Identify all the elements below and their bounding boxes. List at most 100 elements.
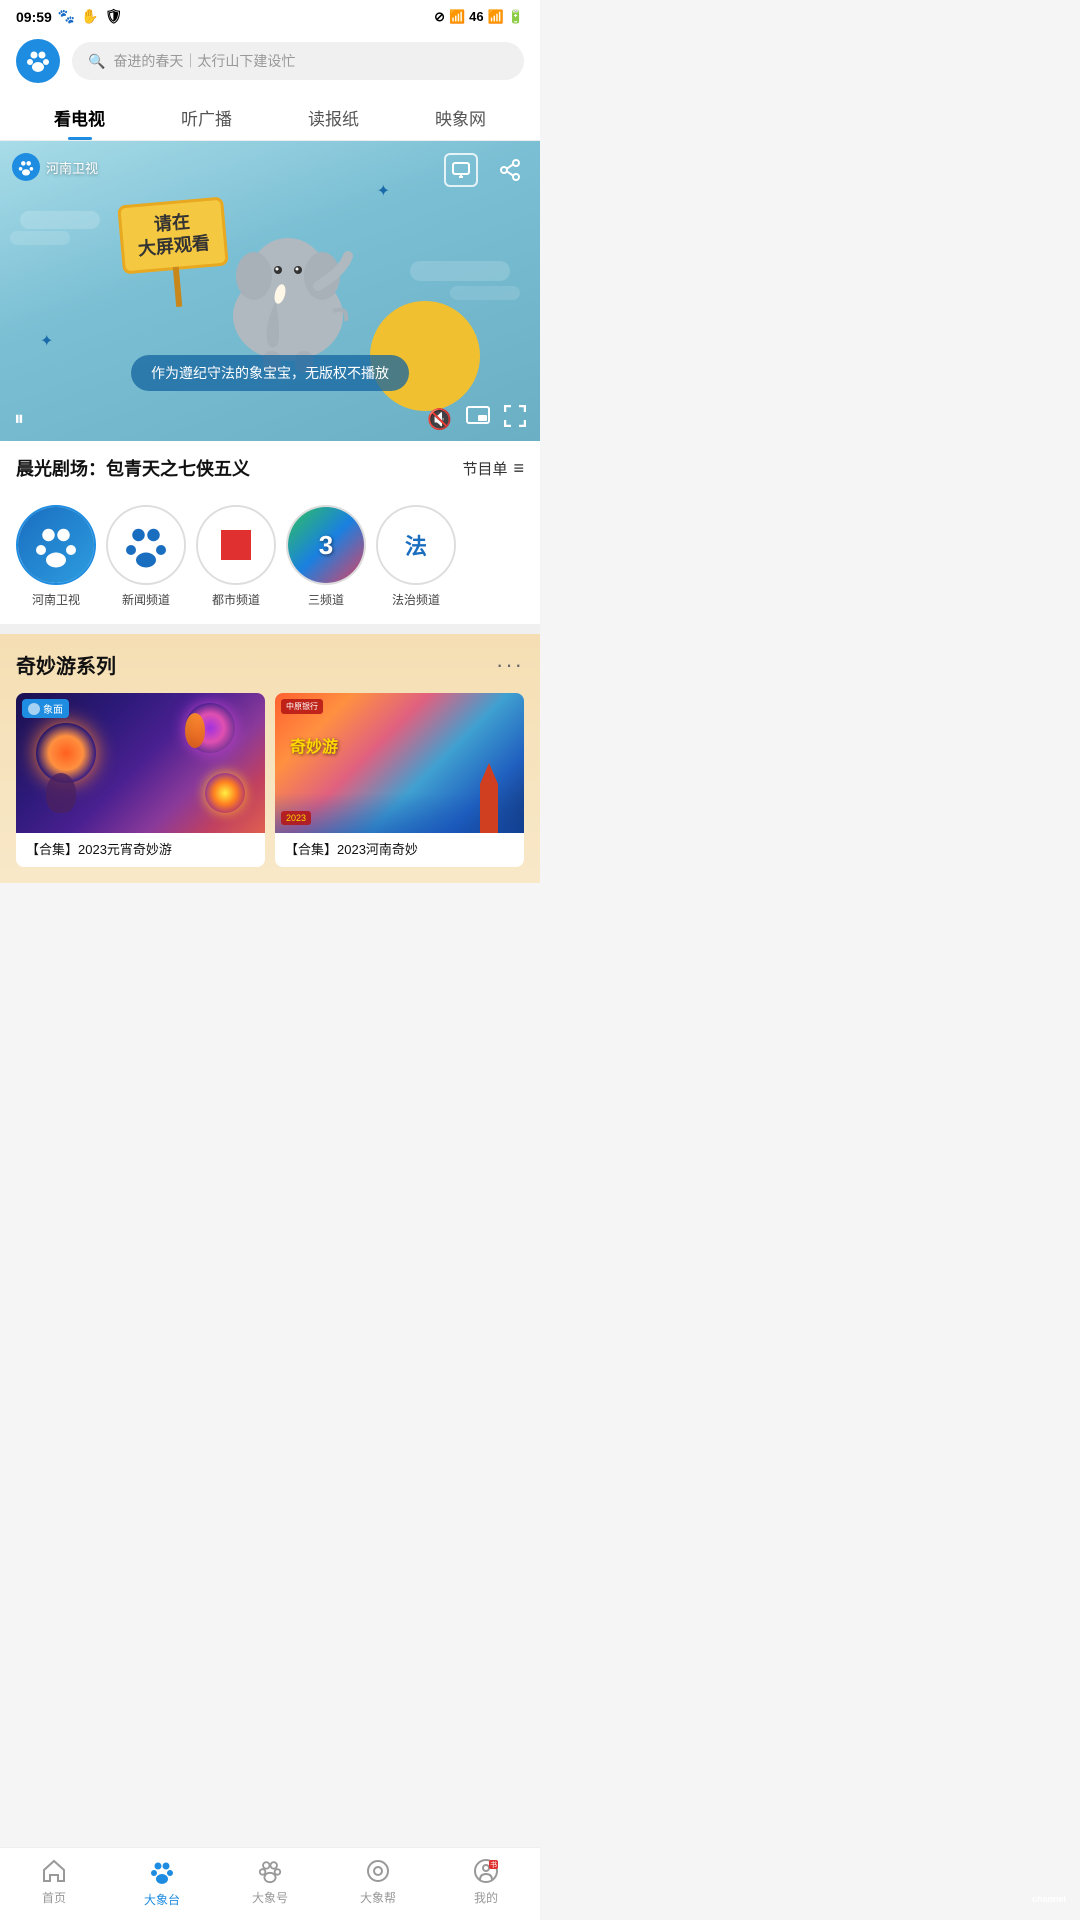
sign-board: 请在 大屏观看 [117,197,229,275]
daxiangbang-icon-wrap [365,1858,391,1889]
status-right: ⊘ 📶 46 📶 🔋 [434,9,524,25]
wifi-icon: 📶 [449,9,465,25]
elephant-scene: ✦ ✦ ✦ 请在 大屏观看 [0,141,540,441]
subtitle-text: 作为遵纪守法的象宝宝，无版权不播放 [151,365,389,381]
mine-icon: 书 [473,1858,499,1884]
channel-item-fazhi[interactable]: 法 法治频道 [376,505,456,608]
content-card-2[interactable]: 中原银行 2023 奇妙游 【合集】2023河南奇妙 [275,693,524,867]
content-section: 奇妙游系列 ··· 象面 【合集】2023元宵奇妙游 [0,634,540,883]
play-pause-button[interactable]: ⏸ [14,408,24,431]
mine-icon-wrap: 书 [473,1858,499,1889]
bottom-spacer [0,883,540,953]
status-bar: 09:59 🐾 ✋ 🛡 ⊘ 📶 46 📶 🔋 [0,0,540,29]
video-container[interactable]: 河南卫视 [0,141,540,441]
video-area: 河南卫视 [0,141,540,441]
hand-icon: ✋ [81,8,98,25]
channel-label-henan: 河南卫视 [32,591,80,608]
card-title-2: 【合集】2023河南奇妙 [285,841,514,859]
badge-new-1: 象面 [22,699,69,718]
channel-label-fazhi: 法治频道 [392,591,440,608]
nav-item-daxianghao[interactable]: 大象号 [216,1848,324,1920]
tab-newspaper[interactable]: 读报纸 [270,93,397,140]
fazhi-icon: 法 [405,529,427,561]
channel-item-dushi[interactable]: 都市频道 [196,505,276,608]
channel-circle-3ch: 3 channel [286,505,366,585]
signal-badge: 46 [469,9,483,24]
channel-item-news[interactable]: 新闻频道 [106,505,186,608]
channel-circle-news [106,505,186,585]
tab-tv[interactable]: 看电视 [16,93,143,140]
nav-item-home[interactable]: 首页 [0,1848,108,1920]
sparkle-3: ✦ [40,331,53,351]
section-header: 奇妙游系列 ··· [16,650,524,679]
channel-label-3ch: 三频道 [308,591,344,608]
channel-item-3ch[interactable]: 3 channel 三频道 [286,505,366,608]
pip-button[interactable] [466,406,490,432]
firework-3 [205,773,245,813]
timer-icon: ⊘ [434,9,445,25]
channel-circle-fazhi: 法 [376,505,456,585]
home-icon-wrap [41,1858,67,1889]
video-controls: ⏸ 🔇 [0,405,540,433]
section-title: 奇妙游系列 [16,650,116,679]
section-divider [0,624,540,634]
content-grid: 象面 【合集】2023元宵奇妙游 中原银行 2023 [16,693,524,867]
more-button[interactable]: ··· [496,652,524,678]
lantern [185,713,205,748]
character [46,773,76,813]
daxianghao-icon-wrap [257,1858,283,1889]
cloud-3 [410,261,510,281]
app-logo[interactable] [16,39,60,83]
nav-item-daxiangtai[interactable]: 大象台 [108,1848,216,1920]
card-title-1: 【合集】2023元宵奇妙游 [26,841,255,859]
schedule-label: 节目单 [462,458,507,479]
channel-circle-henan [16,505,96,585]
bank-badge: 中原银行 [281,699,323,714]
festival-text: 奇妙游 [290,733,338,757]
tab-yingxiang[interactable]: 映象网 [397,93,524,140]
sign-text-line2: 大屏观看 [137,232,211,262]
cloud-2 [10,231,70,245]
bottom-nav: 首页 大象台 大象号 [0,1847,540,1920]
content-card-1[interactable]: 象面 【合集】2023元宵奇妙游 [16,693,265,867]
signal-bars-icon: 📶 [488,9,504,25]
channel-item-henan[interactable]: 河南卫视 [16,505,96,608]
daxianghao-icon [257,1858,283,1884]
daxiangtai-icon [148,1858,176,1886]
nav-label-daxiangbang: 大象帮 [360,1889,396,1906]
daxiangbang-icon [365,1858,391,1884]
nav-label-daxianghao: 大象号 [252,1889,288,1906]
cloud-4 [450,286,520,300]
sparkle-2: ✦ [377,181,390,201]
program-info: 晨光剧场：包青天之七侠五义 节目单 ≡ [0,441,540,495]
program-title: 晨光剧场：包青天之七侠五义 [16,455,250,481]
home-icon [41,1858,67,1884]
year-badge: 2023 [281,811,311,825]
fullscreen-button[interactable] [504,405,526,433]
search-bar[interactable]: 🔍 奋进的春天｜太行山下建设忙 [72,42,524,80]
card-thumb-1: 象面 [16,693,265,833]
battery-icon: 🔋 [508,9,524,25]
nav-item-daxiangbang[interactable]: 大象帮 [324,1848,432,1920]
channel-label-news: 新闻频道 [122,591,170,608]
schedule-icon: ≡ [513,458,524,479]
controls-right: 🔇 [427,405,526,433]
nav-item-mine[interactable]: 书 我的 [432,1848,540,1920]
channel-list: 河南卫视 新闻频道 都市频道 [0,495,540,624]
thumb2-deco: 中原银行 2023 奇妙游 [275,693,524,833]
subtitle-bar: 作为遵纪守法的象宝宝，无版权不播放 [131,355,409,391]
header: 🔍 奋进的春天｜太行山下建设忙 [0,29,540,93]
nav-label-home: 首页 [42,1889,66,1906]
search-placeholder: 奋进的春天｜太行山下建设忙 [113,51,295,71]
svg-text:书: 书 [490,1860,497,1869]
channel-label-dushi: 都市频道 [212,591,260,608]
schedule-button[interactable]: 节目单 ≡ [462,458,524,479]
nav-label-daxiangtai: 大象台 [144,1891,180,1908]
nav-tabs: 看电视 听广播 读报纸 映象网 [0,93,540,141]
tab-radio[interactable]: 听广播 [143,93,270,140]
mute-button[interactable]: 🔇 [427,407,452,432]
card-thumb-2: 中原银行 2023 奇妙游 [275,693,524,833]
red-square-icon [221,530,251,560]
ch3-logo: 3 channel [288,507,364,583]
card-info-2: 【合集】2023河南奇妙 [275,833,524,867]
